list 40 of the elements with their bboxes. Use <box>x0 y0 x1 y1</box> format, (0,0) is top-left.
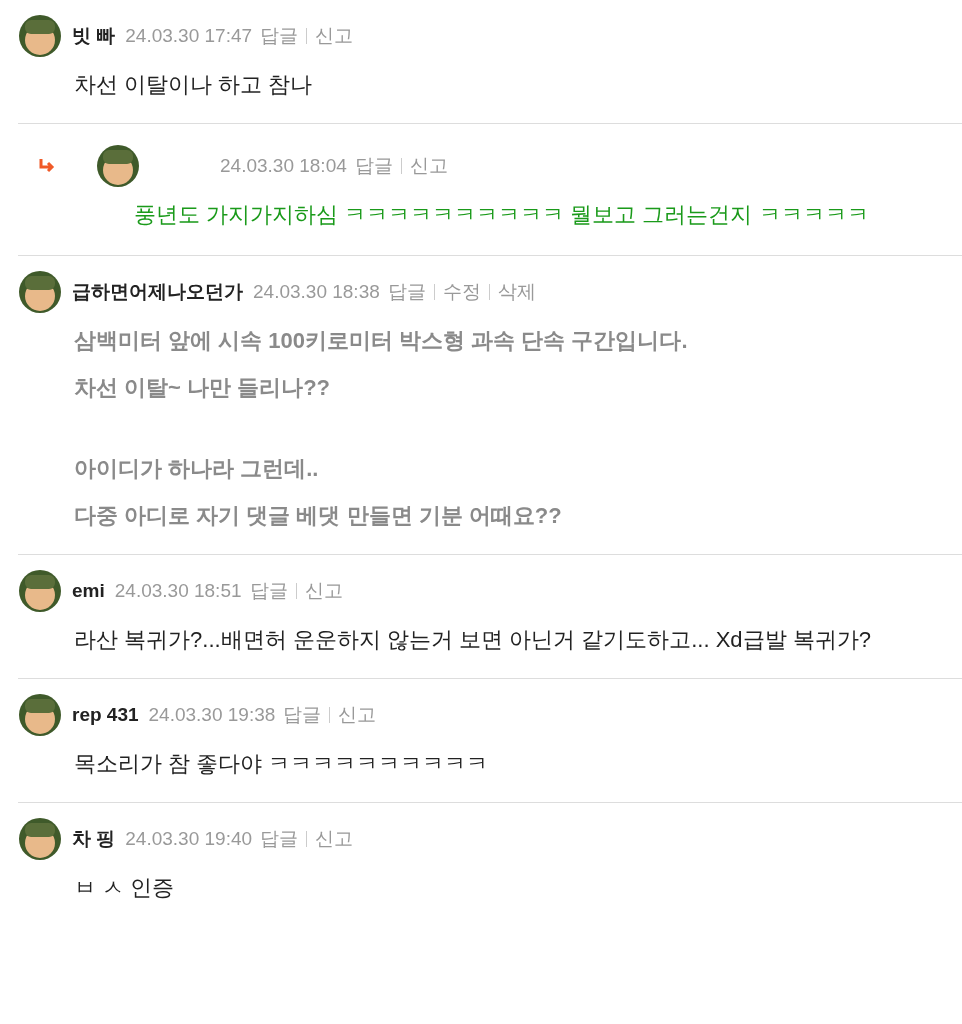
comment-text: 차선 이탈~ 나만 들리나?? <box>74 374 332 402</box>
comment-action-link[interactable]: 수정 <box>442 277 481 307</box>
comment-action-link[interactable]: 답글 <box>387 277 426 307</box>
comment-date: 24.03.30 19:40 <box>125 826 253 851</box>
comment-text: 다중 아디로 자기 댓글 베댓 만들면 기분 어때요?? <box>74 502 563 530</box>
comment-action-link[interactable]: 신고 <box>304 576 343 606</box>
username[interactable]: rep 431 <box>72 700 139 730</box>
comment-date: 24.03.30 19:38 <box>148 702 276 727</box>
username[interactable]: 차 핑 <box>72 824 116 854</box>
comment-text: 라산 복귀가?...배면허 운운하지 않는거 보면 아닌거 같기도하고... Xd급발 복귀가? <box>74 626 872 654</box>
username[interactable]: emi <box>72 576 105 606</box>
comment-date: 24.03.30 18:04 <box>220 153 347 178</box>
avatar-icon <box>18 569 62 613</box>
comment-action-link[interactable]: 답글 <box>354 151 393 181</box>
comment-action-link[interactable]: 답글 <box>283 700 322 730</box>
comment-action-link[interactable]: 답글 <box>260 824 299 854</box>
comment-date: 24.03.30 18:38 <box>253 279 380 304</box>
comment-text: 목소리가 참 좋다야 ㅋㅋㅋㅋㅋㅋㅋㅋㅋㅋ <box>74 750 490 778</box>
avatar-icon <box>18 270 62 314</box>
comment-date: 24.03.30 18:51 <box>114 578 242 603</box>
reply-arrow-icon <box>38 158 56 174</box>
comment-action-link[interactable]: 신고 <box>338 700 377 730</box>
comment-action-link[interactable]: 답글 <box>249 576 288 606</box>
comment-action-link[interactable]: 신고 <box>315 824 354 854</box>
comment-text: ㅂ ㅅ 인증 <box>74 874 176 902</box>
avatar-icon <box>18 14 62 58</box>
avatar-icon <box>96 144 140 188</box>
comment-date: 24.03.30 17:47 <box>125 23 253 48</box>
username[interactable]: 급하면어제나오던가 <box>72 277 243 307</box>
avatar-icon <box>18 817 62 861</box>
comment-text: 차선 이탈이나 하고 참나 <box>74 71 314 99</box>
comment-text: 아이디가 하나라 그런데.. <box>74 455 320 483</box>
comment-text: 풍년도 가지가지하심 ㅋㅋㅋㅋㅋㅋㅋㅋㅋㅋ 뭘보고 그러는건지 ㅋㅋㅋㅋㅋ <box>134 201 870 229</box>
username[interactable]: 빗 빠 <box>72 21 116 51</box>
comment-action-link[interactable]: 신고 <box>409 151 448 181</box>
comment-text: 삼백미터 앞에 시속 100키로미터 박스형 과속 단속 구간입니다. <box>74 327 689 355</box>
avatar-icon <box>18 693 62 737</box>
comment-action-link[interactable]: 답글 <box>260 21 299 51</box>
comment-action-link[interactable]: 신고 <box>315 21 354 51</box>
comment-action-link[interactable]: 삭제 <box>497 277 536 307</box>
